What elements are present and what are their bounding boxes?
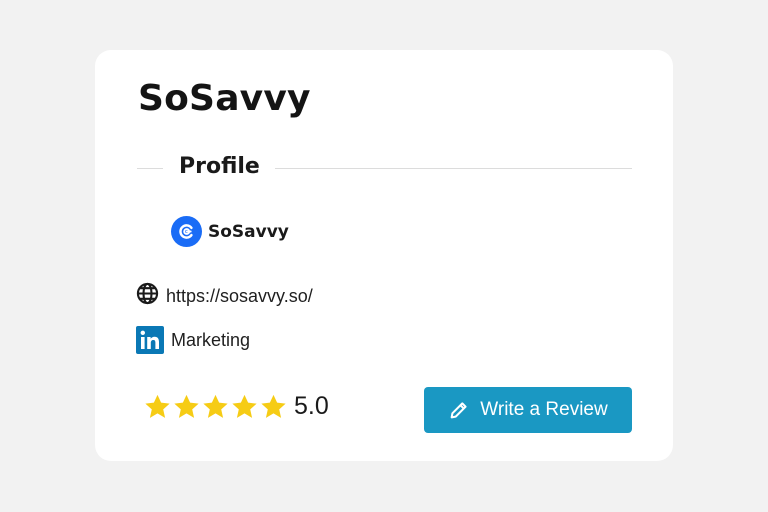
- linkedin-icon[interactable]: [136, 326, 164, 354]
- page-title: SoSavvy: [138, 78, 311, 119]
- linkedin-label: Marketing: [171, 329, 251, 350]
- star-icon: [261, 394, 286, 418]
- star-icon: [203, 394, 228, 418]
- star-rating: 5.0: [143, 392, 329, 421]
- website-row: https://sosavvy.so/: [136, 282, 313, 310]
- brand-name: SoSavvy: [208, 221, 289, 242]
- write-review-label: Write a Review: [480, 399, 608, 420]
- rating-value: 5.0: [294, 392, 329, 420]
- star-icon: [145, 394, 170, 418]
- section-divider-right: [275, 168, 632, 169]
- section-title-profile: Profile: [179, 154, 260, 179]
- write-review-button[interactable]: Write a Review: [424, 387, 632, 433]
- profile-card: SoSavvy Profile SoSavvy https://sosavvy.…: [95, 50, 673, 461]
- website-link[interactable]: https://sosavvy.so/: [166, 286, 313, 307]
- sosavvy-logo-icon: [171, 216, 202, 247]
- pencil-icon: [450, 402, 467, 419]
- brand-row: SoSavvy: [171, 216, 289, 247]
- globe-icon: [136, 282, 159, 310]
- star-icon: [174, 394, 199, 418]
- linkedin-row: Marketing: [136, 326, 250, 354]
- section-divider-left: [137, 168, 163, 169]
- star-icon: [232, 394, 257, 418]
